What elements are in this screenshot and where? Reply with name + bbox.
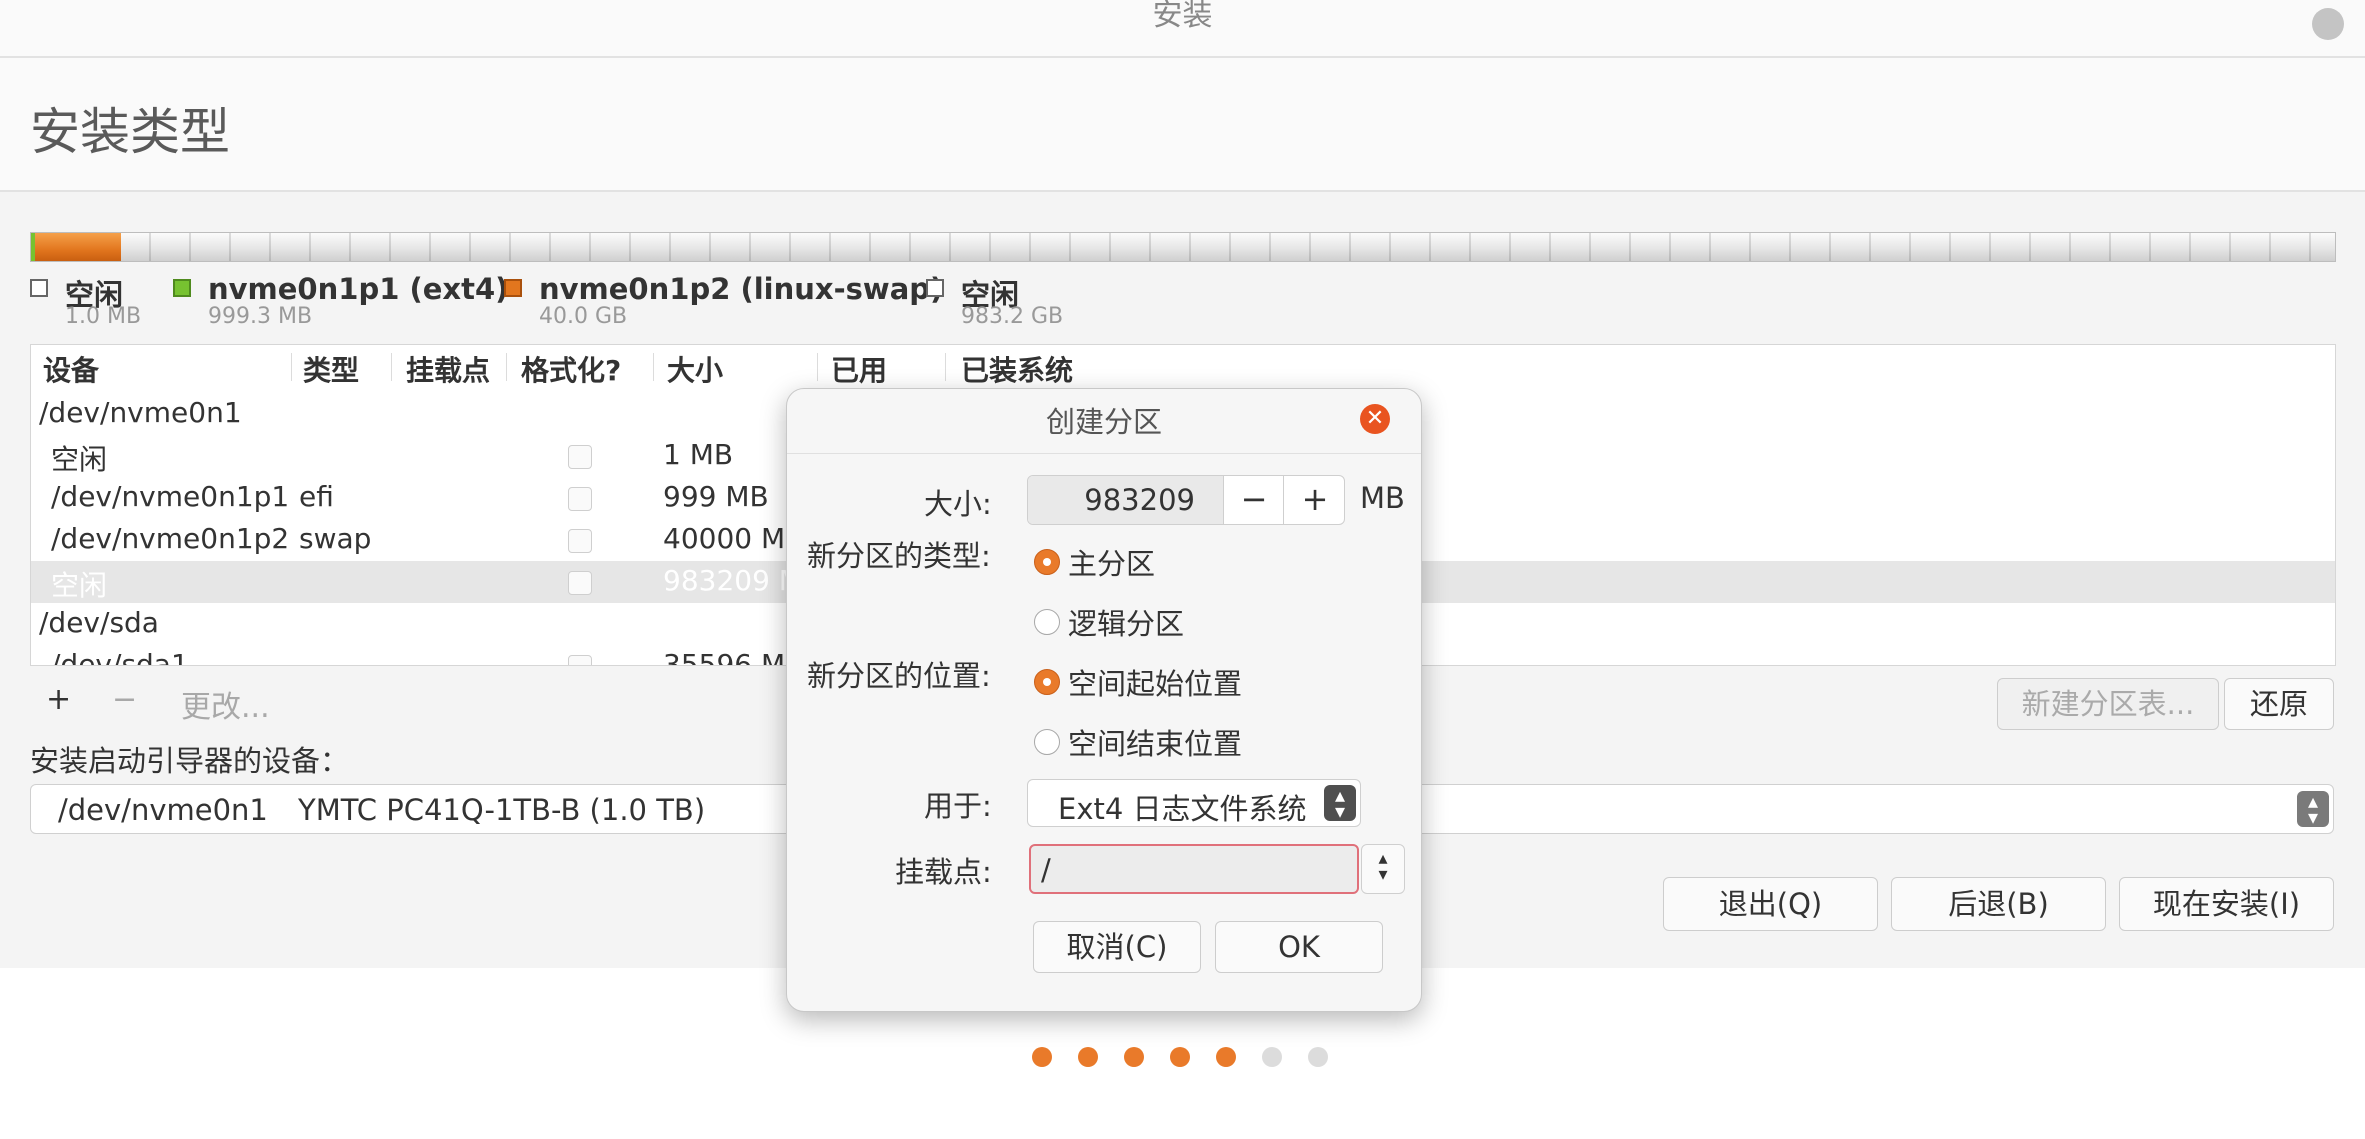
- column-separator: [817, 353, 818, 381]
- format-checkbox[interactable]: [568, 487, 592, 511]
- radio-primary-label[interactable]: 主分区: [1068, 541, 1155, 583]
- cell-size: 35596 MB: [663, 648, 805, 666]
- progress-dot-complete: [1216, 1047, 1236, 1067]
- legend-ext4-swatch-icon: [173, 279, 191, 297]
- column-header-type[interactable]: 类型: [303, 349, 359, 389]
- progress-dot-complete: [1170, 1047, 1190, 1067]
- back-button[interactable]: 后退(B): [1891, 877, 2106, 931]
- increase-size-button[interactable]: +: [1283, 476, 1344, 524]
- size-unit: MB: [1360, 481, 1405, 515]
- legend-label: nvme0n1p2 (linux-swap): [539, 272, 944, 306]
- cell-device: /dev/nvme0n1p2: [51, 522, 290, 555]
- column-header-format[interactable]: 格式化?: [521, 349, 621, 389]
- cell-size: 999 MB: [663, 480, 769, 513]
- radio-beginning-label[interactable]: 空间起始位置: [1068, 661, 1242, 703]
- bootloader-label: 安装启动引导器的设备：: [30, 744, 350, 778]
- progress-dot-complete: [1032, 1047, 1052, 1067]
- cell-type: swap: [299, 522, 372, 555]
- column-separator: [506, 353, 507, 381]
- change-partition-button[interactable]: 更改...: [181, 682, 270, 726]
- progress-dot-pending: [1308, 1047, 1328, 1067]
- column-separator: [291, 353, 292, 381]
- cell-device: /dev/nvme0n1: [39, 396, 242, 429]
- legend-swap-swatch-icon: [504, 279, 522, 297]
- column-header-installed-system[interactable]: 已装系统: [961, 349, 1073, 389]
- create-partition-dialog: 创建分区 ✕ 大小: 983209 − + MB 新分区的类型: 主分区 逻辑分…: [786, 388, 1422, 1012]
- legend-label: nvme0n1p1 (ext4): [208, 272, 509, 306]
- ok-button[interactable]: OK: [1215, 921, 1383, 973]
- page-header: 安装类型: [0, 58, 2365, 192]
- mount-point-label: 挂载点:: [895, 855, 992, 889]
- new-partition-table-button[interactable]: 新建分区表...: [1997, 678, 2219, 730]
- legend-size: 983.2 GB: [961, 304, 1064, 329]
- window-title: 安装: [1152, 0, 1213, 33]
- partition-type-label: 新分区的类型:: [807, 539, 991, 573]
- radio-logical-label[interactable]: 逻辑分区: [1068, 601, 1184, 643]
- chevron-up-down-icon: ▴ ▾: [1324, 785, 1356, 821]
- column-header-size[interactable]: 大小: [667, 349, 723, 389]
- cell-device: /dev/sda: [39, 606, 159, 639]
- cell-size: 1 MB: [663, 438, 734, 471]
- use-as-select[interactable]: Ext4 日志文件系统 ▴ ▾: [1027, 779, 1361, 827]
- legend-free-swatch-icon: [30, 279, 48, 297]
- format-checkbox[interactable]: [568, 529, 592, 553]
- cell-device: /dev/sda1: [51, 648, 189, 666]
- size-spinbox[interactable]: 983209 − +: [1027, 475, 1345, 525]
- install-now-button[interactable]: 现在安装(I): [2119, 877, 2334, 931]
- dialog-title: 创建分区: [1045, 405, 1162, 439]
- legend-free-swatch-icon: [926, 279, 944, 297]
- cell-type: efi: [299, 480, 334, 513]
- remove-partition-button[interactable]: −: [112, 682, 137, 717]
- column-header-used[interactable]: 已用: [831, 349, 887, 389]
- radio-primary[interactable]: [1034, 549, 1060, 575]
- size-input[interactable]: 983209: [1028, 476, 1223, 524]
- column-separator: [653, 353, 654, 381]
- bootloader-model: YMTC PC41Q-1TB-B (1.0 TB): [298, 793, 706, 827]
- radio-logical[interactable]: [1034, 609, 1060, 635]
- size-label: 大小:: [924, 487, 992, 521]
- dialog-header: 创建分区 ✕: [787, 389, 1421, 454]
- legend-size: 999.3 MB: [208, 304, 313, 329]
- add-partition-button[interactable]: +: [46, 682, 71, 717]
- partition-bar-swap-segment: [35, 233, 121, 261]
- partition-bar: [30, 232, 2336, 262]
- column-header-device[interactable]: 设备: [43, 349, 99, 389]
- window-titlebar: 安装: [0, 0, 2365, 58]
- partition-location-label: 新分区的位置:: [807, 659, 991, 693]
- cell-device: 空闲: [51, 443, 108, 476]
- column-header-mount[interactable]: 挂载点: [406, 349, 490, 389]
- cancel-button[interactable]: 取消(C): [1033, 921, 1201, 973]
- cell-size: 40000 MB: [663, 522, 805, 555]
- radio-beginning[interactable]: [1034, 669, 1060, 695]
- mount-point-entry[interactable]: [1029, 844, 1359, 894]
- radio-end[interactable]: [1034, 729, 1060, 755]
- column-separator: [391, 353, 392, 381]
- mount-point-dropdown-icon[interactable]: ▴ ▾: [1361, 844, 1405, 894]
- quit-button[interactable]: 退出(Q): [1663, 877, 1878, 931]
- format-checkbox[interactable]: [568, 571, 592, 595]
- window-close-icon[interactable]: [2312, 8, 2344, 40]
- cell-device: /dev/nvme0n1p1: [51, 480, 290, 513]
- cell-device: 空闲: [51, 569, 108, 602]
- revert-button[interactable]: 还原: [2224, 678, 2334, 730]
- progress-dot-complete: [1124, 1047, 1144, 1067]
- close-icon[interactable]: ✕: [1360, 404, 1390, 434]
- progress-dot-complete: [1078, 1047, 1098, 1067]
- use-as-value: Ext4 日志文件系统: [1058, 792, 1307, 826]
- radio-end-label[interactable]: 空间结束位置: [1068, 721, 1242, 763]
- bootloader-device: /dev/nvme0n1: [58, 793, 268, 827]
- legend-size: 1.0 MB: [65, 304, 142, 329]
- format-checkbox[interactable]: [568, 445, 592, 469]
- legend-size: 40.0 GB: [539, 304, 628, 329]
- format-checkbox[interactable]: [568, 655, 592, 665]
- use-as-label: 用于:: [924, 789, 992, 823]
- chevron-up-down-icon: ▴ ▾: [2297, 791, 2329, 827]
- page-title: 安装类型: [30, 103, 230, 161]
- progress-dot-pending: [1262, 1047, 1282, 1067]
- mount-point-input[interactable]: [1039, 850, 1343, 890]
- decrease-size-button[interactable]: −: [1223, 476, 1284, 524]
- column-separator: [945, 353, 946, 381]
